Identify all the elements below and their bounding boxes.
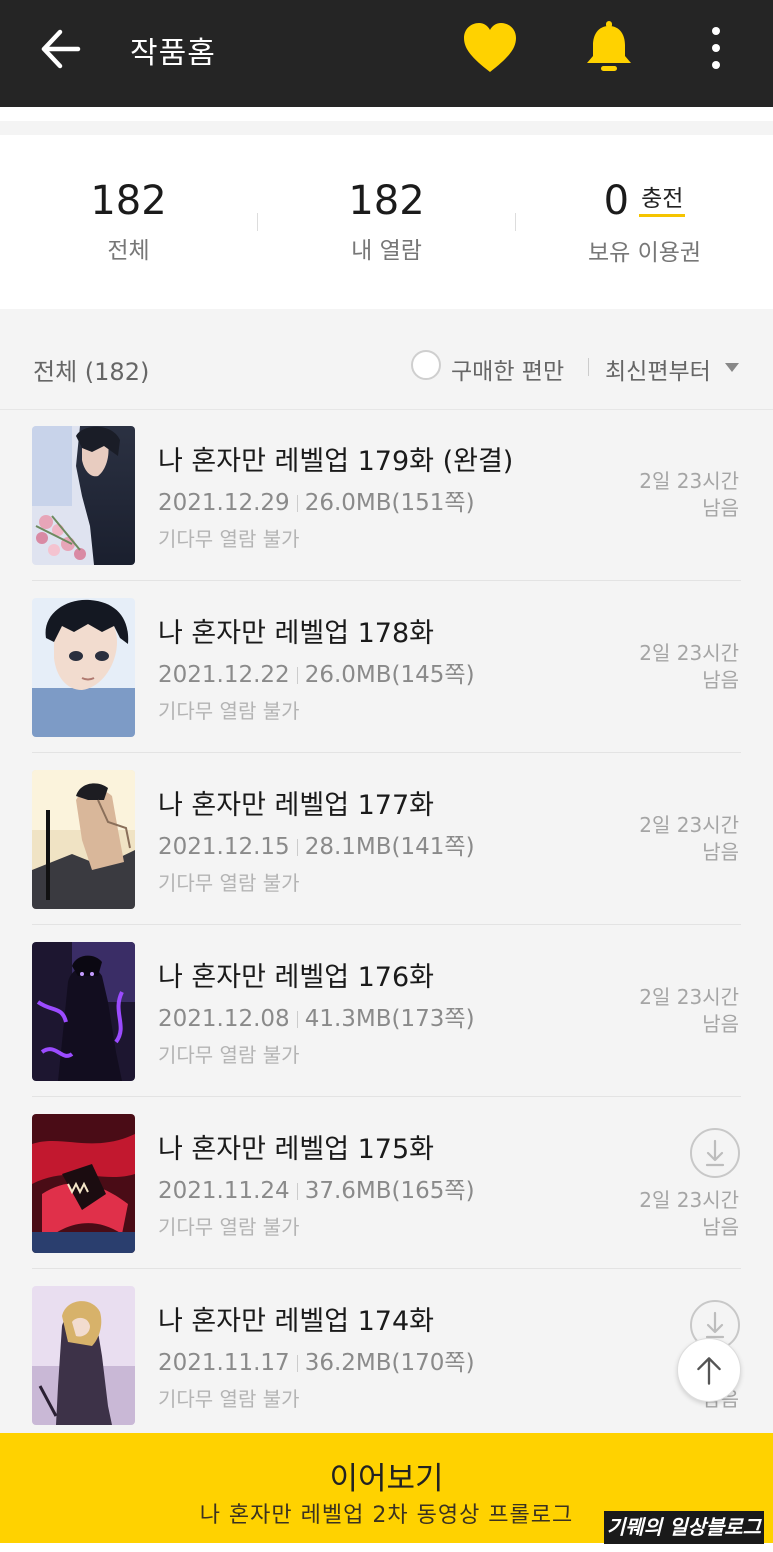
episode-size: 41.3MB(173쪽) (304, 1006, 475, 1032)
episode-item[interactable]: 나 혼자만 레벨업 177화 2021.12.15 28.1MB(141쪽) 기다… (0, 753, 773, 925)
episode-thumbnail (32, 426, 135, 565)
stat-total-value: 182 (90, 178, 167, 224)
time-remaining-value: 2일 23시간 (639, 813, 739, 837)
episode-thumbnail (32, 1286, 135, 1425)
episode-title: 나 혼자만 레벨업 178화 (158, 618, 435, 649)
divider (296, 1183, 298, 1200)
stat-tickets-row: 0 충전 (516, 175, 773, 229)
episode-size: 36.2MB(170쪽) (304, 1350, 475, 1376)
episode-title: 나 혼자만 레벨업 175화 (158, 1134, 435, 1165)
time-remaining-suffix: 남음 (702, 668, 739, 692)
episode-date: 2021.11.17 (158, 1350, 290, 1376)
scroll-to-top-button[interactable] (677, 1338, 741, 1402)
episode-thumbnail (32, 770, 135, 909)
time-remaining-suffix: 남음 (702, 840, 739, 864)
episode-size: 37.6MB(165쪽) (304, 1178, 475, 1204)
time-remaining: 2일 23시간남음 (579, 640, 739, 694)
bottom-strip (0, 1543, 773, 1552)
stat-tickets: 0 충전 보유 이용권 (516, 175, 773, 267)
episode-title: 나 혼자만 레벨업 174화 (158, 1306, 435, 1337)
episode-title: 나 혼자만 레벨업 179화 (완결) (158, 446, 514, 477)
stats-panel: 182 전체 182 내 열람 0 충전 보유 이용권 (0, 135, 773, 309)
watermark: 기뭬의 일상블로그 (604, 1511, 764, 1544)
episode-list-header: 전체 (182) 구매한 편만 최신편부터 (0, 323, 773, 410)
episode-meta: 2021.12.15 28.1MB(141쪽) (158, 827, 475, 861)
time-remaining-suffix: 남음 (702, 496, 739, 520)
divider (296, 495, 298, 512)
time-remaining-value: 2일 23시간 (639, 641, 739, 665)
episode-size: 28.1MB(141쪽) (304, 834, 475, 860)
episode-item[interactable]: 나 혼자만 레벨업 175화 2021.11.24 37.6MB(165쪽) 기다… (0, 1097, 773, 1269)
stat-tickets-label: 보유 이용권 (587, 240, 702, 266)
episode-size: 26.0MB(145쪽) (304, 662, 475, 688)
episode-thumbnail (32, 942, 135, 1081)
episode-meta: 2021.12.29 26.0MB(151쪽) (158, 483, 475, 517)
page-title: 작품홈 (130, 36, 216, 71)
stat-viewed: 182 내 열람 (258, 175, 515, 265)
time-remaining-suffix: 남음 (702, 1215, 739, 1239)
charge-button[interactable]: 충전 (639, 186, 686, 217)
episode-thumbnail (32, 598, 135, 737)
continue-label: 이어보기 (329, 1461, 444, 1497)
episode-meta: 2021.12.22 26.0MB(145쪽) (158, 655, 475, 689)
top-app-bar: 작품홈 (0, 0, 773, 107)
stat-viewed-value: 182 (348, 178, 425, 224)
episode-date: 2021.12.08 (158, 1006, 290, 1032)
caret-down-icon[interactable] (725, 363, 739, 372)
download-icon[interactable] (689, 1127, 741, 1179)
episode-thumbnail (32, 1114, 135, 1253)
stat-viewed-label: 내 열람 (351, 238, 422, 264)
episode-item[interactable]: 나 혼자만 레벨업 174화 2021.11.17 36.2MB(170쪽) 기다… (0, 1269, 773, 1441)
stat-total: 182 전체 (0, 175, 257, 265)
purchased-only-label[interactable]: 구매한 편만 (451, 352, 564, 386)
sort-dropdown[interactable]: 최신편부터 (605, 352, 711, 386)
stat-tickets-value: 0 (603, 178, 630, 224)
back-arrow-icon[interactable] (38, 26, 84, 72)
more-options-icon[interactable] (702, 24, 730, 74)
episode-title: 나 혼자만 레벨업 177화 (158, 790, 435, 821)
episode-date: 2021.12.22 (158, 662, 290, 688)
episode-item[interactable]: 나 혼자만 레벨업 178화 2021.12.22 26.0MB(145쪽) 기다… (0, 581, 773, 753)
episode-meta: 2021.11.17 36.2MB(170쪽) (158, 1343, 475, 1377)
time-remaining: 2일 23시간남음 (579, 1187, 739, 1241)
episode-note: 기다무 열람 불가 (158, 527, 300, 551)
episode-item[interactable]: 나 혼자만 레벨업 176화 2021.12.08 41.3MB(173쪽) 기다… (0, 925, 773, 1097)
time-remaining-suffix: 남음 (702, 1012, 739, 1036)
episode-meta: 2021.11.24 37.6MB(165쪽) (158, 1171, 475, 1205)
episode-count-label: 전체 (182) (33, 358, 150, 386)
divider (296, 1011, 298, 1028)
episode-item[interactable]: 나 혼자만 레벨업 179화 (완결) 2021.12.29 26.0MB(151… (0, 409, 773, 581)
episode-title: 나 혼자만 레벨업 176화 (158, 962, 435, 993)
divider (588, 358, 589, 376)
episode-note: 기다무 열람 불가 (158, 1387, 300, 1411)
episode-note: 기다무 열람 불가 (158, 1043, 300, 1067)
stat-total-label: 전체 (107, 238, 150, 264)
episode-date: 2021.12.15 (158, 834, 290, 860)
divider (296, 667, 298, 684)
episode-size: 26.0MB(151쪽) (304, 490, 475, 516)
divider (296, 1355, 298, 1372)
time-remaining-value: 2일 23시간 (639, 985, 739, 1009)
time-remaining-value: 2일 23시간 (639, 469, 739, 493)
time-remaining: 2일 23시간남음 (579, 984, 739, 1038)
episode-note: 기다무 열람 불가 (158, 1215, 300, 1239)
favorite-heart-icon[interactable] (462, 22, 518, 74)
time-remaining-value: 2일 23시간 (639, 1188, 739, 1212)
episode-date: 2021.11.24 (158, 1178, 290, 1204)
purchased-only-checkbox[interactable] (411, 350, 441, 380)
episode-date: 2021.12.29 (158, 490, 290, 516)
divider (296, 839, 298, 856)
notification-bell-icon[interactable] (584, 20, 634, 74)
episode-note: 기다무 열람 불가 (158, 699, 300, 723)
episode-note: 기다무 열람 불가 (158, 871, 300, 895)
time-remaining: 2일 23시간남음 (579, 468, 739, 522)
spacer (0, 107, 773, 121)
time-remaining: 2일 23시간남음 (579, 812, 739, 866)
episode-meta: 2021.12.08 41.3MB(173쪽) (158, 999, 475, 1033)
